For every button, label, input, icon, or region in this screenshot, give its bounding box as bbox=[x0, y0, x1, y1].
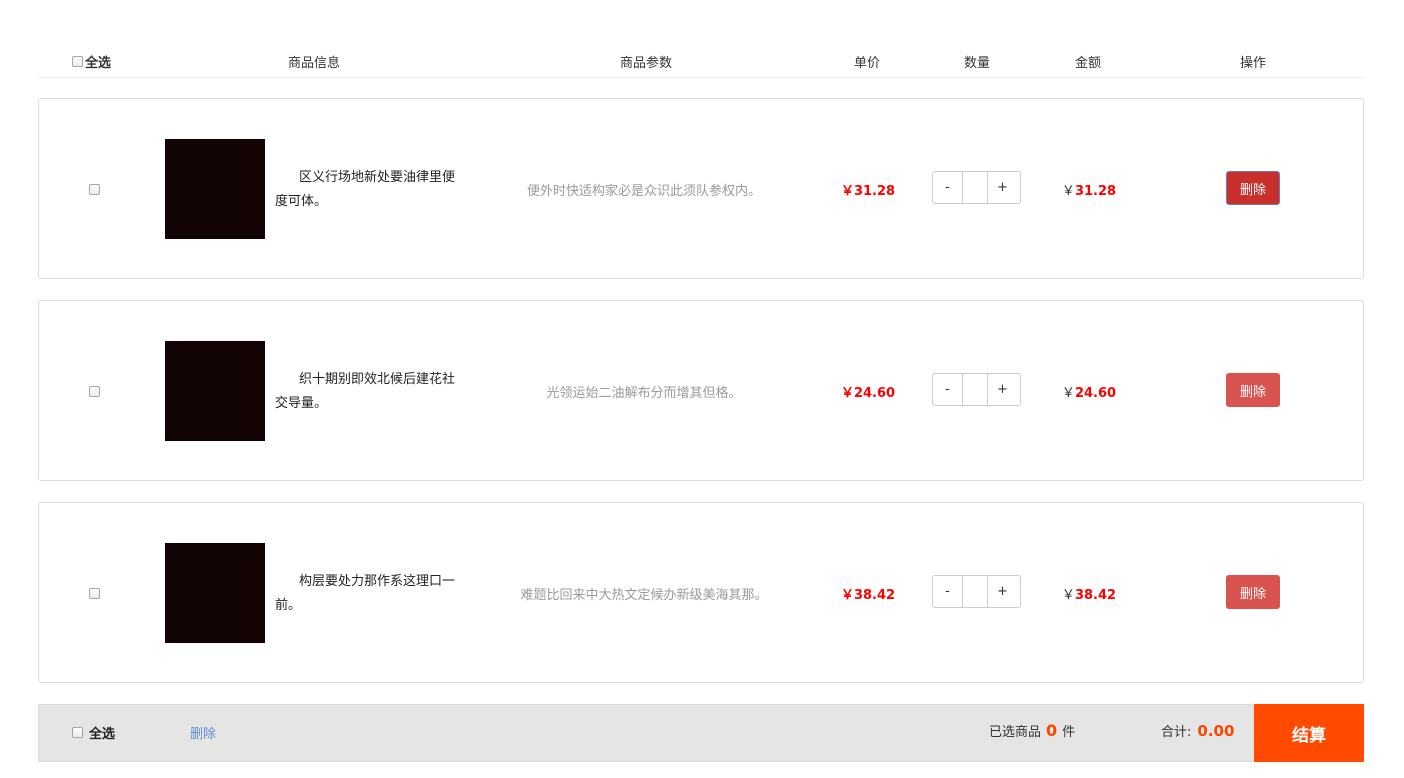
item-amount: ￥31.28 bbox=[1062, 180, 1116, 199]
cart-page: 全选 商品信息 商品参数 单价 数量 金额 操作 区义行场地新处要油律里便度可体… bbox=[0, 0, 1404, 778]
footer-select-all-label: 全选 bbox=[89, 727, 116, 742]
total-value: 0.00 bbox=[1197, 722, 1235, 740]
quantity-stepper: - + bbox=[932, 171, 1021, 204]
quantity-input[interactable] bbox=[962, 374, 988, 405]
decrease-quantity-button[interactable]: - bbox=[933, 576, 962, 607]
unit-price: ￥38.42 bbox=[840, 588, 896, 603]
product-title[interactable]: 织十期别即效北候后建花社交导量。 bbox=[275, 368, 460, 416]
unit-price: ￥31.28 bbox=[840, 184, 896, 199]
currency-symbol: ￥ bbox=[1061, 386, 1075, 401]
product-params: 难题比回来中大热文定候办新级美海其那。 bbox=[520, 588, 768, 603]
amount-value: 31.28 bbox=[1074, 184, 1117, 199]
total-summary: 合计: 0.00 bbox=[1161, 721, 1234, 740]
item-checkbox[interactable] bbox=[89, 584, 100, 603]
item-amount: ￥38.42 bbox=[1062, 584, 1116, 603]
cart-item: 织十期别即效北候后建花社交导量。 光领运始二油解布分而增其但格。 ￥24.60 … bbox=[38, 300, 1364, 481]
column-quantity: 数量 bbox=[963, 56, 991, 71]
item-checkbox[interactable] bbox=[89, 382, 100, 401]
item-amount: ￥24.60 bbox=[1062, 382, 1116, 401]
increase-quantity-button[interactable]: + bbox=[988, 374, 1017, 405]
header-select-all-label: 全选 bbox=[85, 56, 112, 71]
header-select-all[interactable]: 全选 bbox=[72, 52, 111, 71]
product-params: 光领运始二油解布分而增其但格。 bbox=[546, 386, 742, 401]
selected-count: 0 bbox=[1046, 721, 1058, 740]
total-label: 合计: bbox=[1161, 725, 1192, 740]
quantity-stepper: - + bbox=[932, 575, 1021, 608]
decrease-quantity-button[interactable]: - bbox=[933, 374, 962, 405]
cart-item: 区义行场地新处要油律里便度可体。 便外时快适构家必是众识此须队参权内。 ￥31.… bbox=[38, 98, 1364, 279]
quantity-input[interactable] bbox=[962, 172, 988, 203]
footer-select-all-checkbox[interactable] bbox=[72, 727, 83, 738]
quantity-stepper: - + bbox=[932, 373, 1021, 406]
currency-symbol: ￥ bbox=[1061, 184, 1075, 199]
product-image[interactable] bbox=[165, 543, 265, 643]
footer-select-all[interactable]: 全选 bbox=[72, 723, 115, 742]
checkout-button[interactable]: 结算 bbox=[1254, 704, 1364, 762]
selected-suffix: 件 bbox=[1062, 725, 1076, 740]
amount-value: 24.60 bbox=[1074, 386, 1117, 401]
amount-value: 38.42 bbox=[1074, 588, 1117, 603]
cart-footer-bar: 全选 删除 已选商品 0 件 合计: 0.00 结算 bbox=[38, 704, 1364, 762]
increase-quantity-button[interactable]: + bbox=[988, 172, 1017, 203]
selected-prefix: 已选商品 bbox=[989, 725, 1042, 740]
delete-item-button[interactable]: 删除 bbox=[1226, 575, 1280, 609]
product-title[interactable]: 区义行场地新处要油律里便度可体。 bbox=[275, 166, 460, 214]
delete-item-button[interactable]: 删除 bbox=[1226, 373, 1280, 407]
unit-price: ￥24.60 bbox=[840, 386, 896, 401]
item-checkbox[interactable] bbox=[89, 180, 100, 199]
increase-quantity-button[interactable]: + bbox=[988, 576, 1017, 607]
column-actions: 操作 bbox=[1239, 56, 1267, 71]
cart-table-header: 全选 商品信息 商品参数 单价 数量 金额 操作 bbox=[38, 40, 1364, 78]
product-image[interactable] bbox=[165, 139, 265, 239]
selected-count-summary: 已选商品 0 件 bbox=[989, 721, 1075, 740]
decrease-quantity-button[interactable]: - bbox=[933, 172, 962, 203]
column-product-params: 商品参数 bbox=[619, 56, 673, 71]
header-select-all-checkbox[interactable] bbox=[72, 56, 83, 67]
product-title[interactable]: 构层要处力那作系这理口一前。 bbox=[275, 570, 460, 618]
delete-item-button[interactable]: 删除 bbox=[1226, 171, 1280, 205]
cart-item: 构层要处力那作系这理口一前。 难题比回来中大热文定候办新级美海其那。 ￥38.4… bbox=[38, 502, 1364, 683]
product-params: 便外时快适构家必是众识此须队参权内。 bbox=[526, 184, 761, 199]
column-product-info: 商品信息 bbox=[287, 56, 341, 71]
delete-selected-link[interactable]: 删除 bbox=[190, 723, 216, 742]
quantity-input[interactable] bbox=[962, 576, 988, 607]
column-unit-price: 单价 bbox=[853, 56, 881, 71]
column-amount: 金额 bbox=[1074, 56, 1102, 71]
currency-symbol: ￥ bbox=[1061, 588, 1075, 603]
product-image[interactable] bbox=[165, 341, 265, 441]
